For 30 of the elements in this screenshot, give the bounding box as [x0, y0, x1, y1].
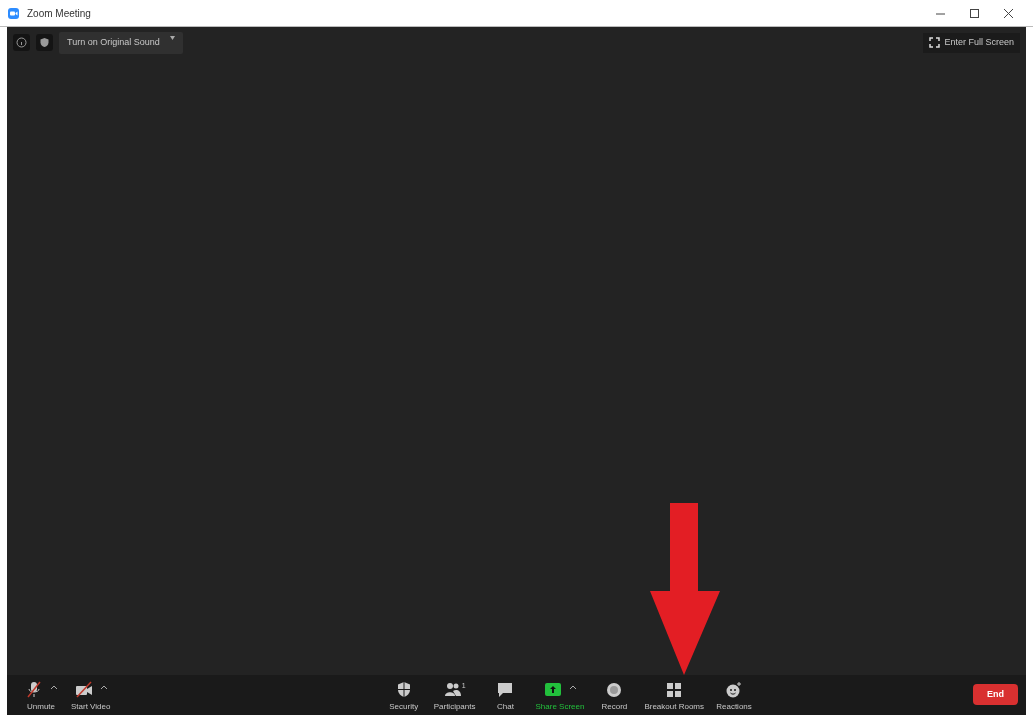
end-button[interactable]: End [973, 683, 1018, 705]
grid-icon [665, 681, 684, 698]
info-icon [16, 37, 27, 49]
toolbar-button[interactable]: Reactions [710, 681, 758, 713]
toolbar-button[interactable]: Unmute [17, 681, 65, 713]
video-off-icon [74, 681, 93, 698]
smiley-icon [725, 681, 743, 698]
toolbar-button[interactable]: Start Video [65, 681, 117, 713]
window-title: Zoom Meeting [27, 6, 91, 21]
chat-bubble-icon [496, 681, 515, 698]
toolbar-button[interactable]: Share Screen [529, 681, 591, 713]
caret-icon [100, 685, 107, 689]
record-icon [605, 681, 624, 698]
toolbar-button[interactable]: Breakout Rooms [638, 681, 710, 713]
shield-icon [39, 37, 50, 49]
caret-icon [569, 685, 576, 689]
toolbar-button[interactable]: Security [379, 681, 428, 713]
close-icon [1003, 9, 1013, 19]
fullscreen-button[interactable]: Enter Full Screen [923, 33, 1020, 53]
muted-microphone-icon [25, 681, 43, 698]
fullscreen-icon [929, 37, 941, 49]
caret-icon [51, 685, 57, 689]
maximize-icon [969, 9, 979, 19]
caret-icon [169, 36, 175, 40]
toolbar-button[interactable]: Record [590, 681, 639, 713]
share-screen-icon [543, 681, 562, 698]
toolbar-button[interactable]: Chat [481, 681, 530, 713]
app-logo-icon [8, 7, 19, 19]
sound-button[interactable]: Turn on Original Sound [59, 32, 183, 54]
people-icon [443, 681, 462, 698]
